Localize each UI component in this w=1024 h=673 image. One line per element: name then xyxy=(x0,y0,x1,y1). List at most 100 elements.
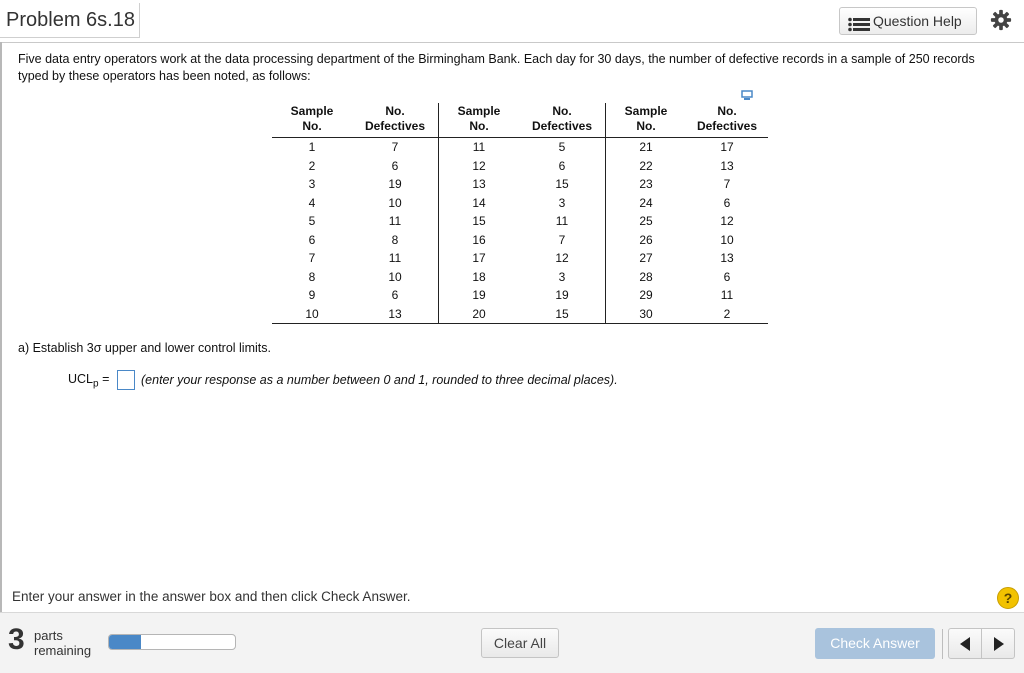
table-cell: 7 xyxy=(308,251,316,266)
table-row: 8 10 18 3 28 6 xyxy=(272,267,768,286)
problem-title: Problem 6s.18 xyxy=(0,3,140,38)
table-cell: 7 xyxy=(558,232,566,247)
table-cell: 12 xyxy=(438,156,519,175)
table-row: 4 10 14 3 24 6 xyxy=(272,193,768,212)
table-row: 2 6 12 6 22 13 xyxy=(272,156,768,175)
next-button[interactable] xyxy=(981,628,1015,659)
table-cell: 23 xyxy=(605,175,686,194)
header-sample-no-2: Sample No. xyxy=(438,103,519,138)
table-cell: 15 xyxy=(555,177,569,192)
table-cell: 1 xyxy=(308,140,316,155)
table-cell: 15 xyxy=(519,304,606,324)
header-sample-no-3: Sample No. xyxy=(605,103,686,138)
progress-fill xyxy=(109,635,141,649)
table-cell: 11 xyxy=(720,288,734,303)
table-cell: 25 xyxy=(605,212,686,231)
table-cell: 16 xyxy=(438,230,519,249)
table-cell: 17 xyxy=(720,140,734,155)
chevron-left-icon xyxy=(960,637,970,651)
table-cell: 10 xyxy=(272,304,352,324)
table-cell: 13 xyxy=(720,158,734,173)
header-sample-no-1: Sample No. xyxy=(272,103,352,138)
table-cell: 19 xyxy=(388,177,402,192)
check-answer-button[interactable]: Check Answer xyxy=(815,628,935,659)
table-cell: 19 xyxy=(555,288,569,303)
table-cell: 30 xyxy=(605,304,686,324)
header-defectives-1: No. Defectives xyxy=(352,103,439,138)
table-cell: 19 xyxy=(438,286,519,305)
table-cell: 11 xyxy=(388,214,402,229)
table-cell: 6 xyxy=(391,288,399,303)
table-row: 3 19 13 15 23 7 xyxy=(272,175,768,194)
header-bar: Problem 6s.18 Question Help xyxy=(0,0,1024,43)
table-cell: 26 xyxy=(605,230,686,249)
header-defectives-2: No. Defectives xyxy=(519,103,606,138)
table-cell: 29 xyxy=(605,286,686,305)
table-cell: 2 xyxy=(686,304,768,324)
table-cell: 21 xyxy=(605,137,686,157)
table-row: 5 11 15 11 25 12 xyxy=(272,212,768,231)
table-cell: 12 xyxy=(555,251,569,266)
table-cell: 17 xyxy=(438,249,519,268)
table-cell: 3 xyxy=(308,177,316,192)
table-cell: 9 xyxy=(308,288,316,303)
table-cell: 22 xyxy=(605,156,686,175)
footer-bar: 3 parts remaining Clear All Check Answer xyxy=(0,612,1024,673)
table-cell: 3 xyxy=(558,195,566,210)
table-cell: 10 xyxy=(388,195,402,210)
table-cell: 18 xyxy=(438,267,519,286)
table-cell: 6 xyxy=(308,232,316,247)
list-icon xyxy=(848,14,870,40)
table-cell: 7 xyxy=(391,140,399,155)
table-cell: 6 xyxy=(391,158,399,173)
table-cell: 13 xyxy=(438,175,519,194)
help-icon[interactable]: ? xyxy=(997,587,1019,609)
ucl-label: UCLp = xyxy=(68,372,110,390)
table-cell: 8 xyxy=(391,232,399,247)
table-cell: 11 xyxy=(388,251,402,266)
table-cell: 10 xyxy=(720,232,734,247)
table-cell: 20 xyxy=(438,304,519,324)
gear-icon[interactable] xyxy=(990,9,1012,31)
problem-intro: Five data entry operators work at the da… xyxy=(18,52,975,83)
table-cell: 4 xyxy=(308,195,316,210)
table-cell: 11 xyxy=(555,214,569,229)
table-cell: 6 xyxy=(723,269,731,284)
defects-table: Sample No. No. Defectives Sample No. No. Def… xyxy=(272,103,768,324)
clear-all-button[interactable]: Clear All xyxy=(481,628,559,658)
table-cell: 12 xyxy=(720,214,734,229)
table-cell: 11 xyxy=(438,137,519,157)
header-defectives-3: No. Defectives xyxy=(686,103,768,138)
table-cell: 6 xyxy=(558,158,566,173)
chevron-right-icon xyxy=(994,637,1004,651)
table-cell: 13 xyxy=(352,304,439,324)
table-body: 1 7 11 5 21 17 2 6 12 6 22 13 3 19 13 15 23 7 4 10 14 3 24 6 5 11… xyxy=(272,137,768,324)
table-cell: 3 xyxy=(558,269,566,284)
parts-remaining-label: parts remaining xyxy=(34,628,92,658)
table-cell: 24 xyxy=(605,193,686,212)
left-rule xyxy=(0,42,2,612)
question-help-button[interactable]: Question Help xyxy=(839,7,977,35)
table-cell: 2 xyxy=(308,158,316,173)
table-row: 1 7 11 5 21 17 xyxy=(272,137,768,157)
table-cell: 14 xyxy=(438,193,519,212)
table-cell: 5 xyxy=(308,214,316,229)
previous-button[interactable] xyxy=(948,628,982,659)
table-row: 10 13 20 15 30 2 xyxy=(272,304,768,324)
table-cell: 10 xyxy=(388,269,402,284)
parts-remaining-count: 3 xyxy=(8,623,25,656)
part-a-question: a) Establish 3σ upper and lower control … xyxy=(18,341,271,355)
table-row: 7 11 17 12 27 13 xyxy=(272,249,768,268)
table-cell: 13 xyxy=(720,251,734,266)
question-help-label: Question Help xyxy=(873,13,962,29)
ucl-input[interactable] xyxy=(117,370,135,390)
table-cell: 5 xyxy=(558,140,566,155)
answer-instruction: Enter your answer in the answer box and … xyxy=(12,589,411,604)
table-cell: 8 xyxy=(308,269,316,284)
progress-bar xyxy=(108,634,236,650)
table-cell: 28 xyxy=(605,267,686,286)
table-row: 9 6 19 19 29 11 xyxy=(272,286,768,305)
table-cell: 27 xyxy=(605,249,686,268)
footer-separator xyxy=(942,629,943,659)
table-row: 6 8 16 7 26 10 xyxy=(272,230,768,249)
